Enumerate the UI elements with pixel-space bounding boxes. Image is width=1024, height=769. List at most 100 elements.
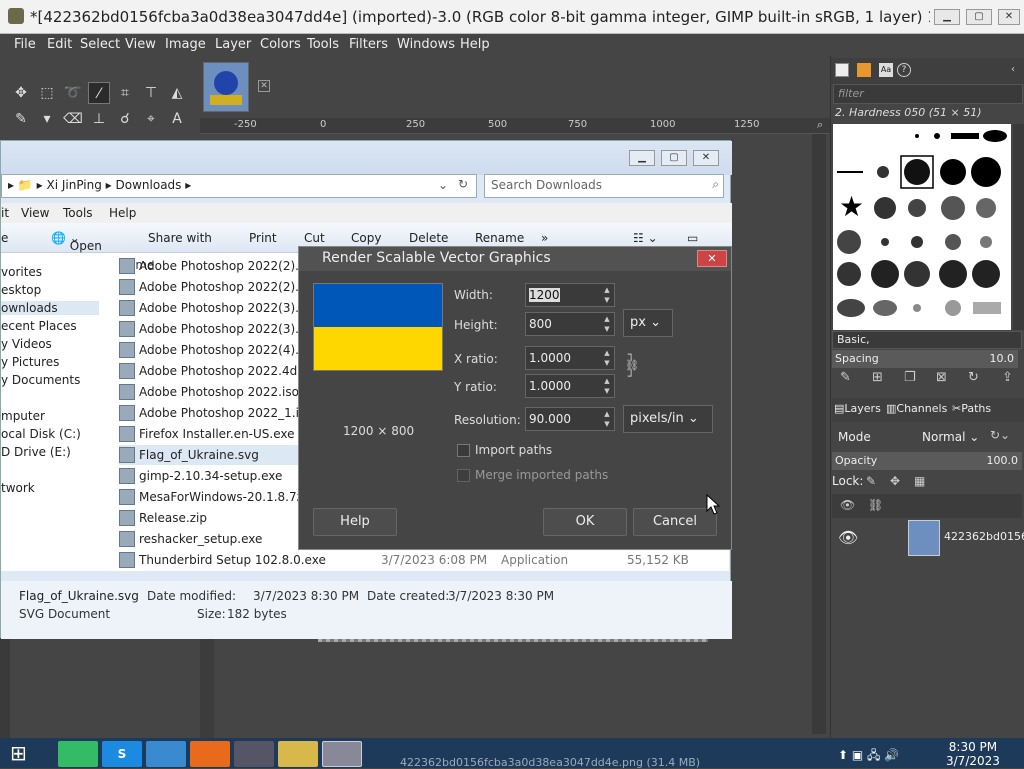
cancel-button[interactable]: Cancel: [633, 508, 717, 536]
x-ratio-spin-arrows[interactable]: ▲ ▼: [601, 348, 613, 368]
spacing-slider[interactable]: Spacing 10.0: [832, 350, 1018, 368]
y-ratio-input[interactable]: 1.0000 ▲ ▼: [525, 374, 615, 398]
lock-pixels-icon[interactable]: ✎: [866, 474, 876, 488]
patterns-tab-icon[interactable]: [857, 63, 871, 77]
nav-documents[interactable]: y Documents: [1, 373, 80, 387]
smudge-icon[interactable]: ☌: [114, 108, 136, 130]
organize-button[interactable]: e: [1, 231, 8, 245]
x-ratio-input[interactable]: 1.0000 ▲ ▼: [525, 346, 615, 370]
layer-row[interactable]: 👁 422362bd0156fc: [832, 518, 1024, 558]
breadcrumb-user[interactable]: Xi JinPing: [46, 178, 101, 192]
close-button[interactable]: ✕: [998, 9, 1020, 25]
menu-select[interactable]: Select: [80, 37, 120, 52]
unit-combo[interactable]: px ⌄: [623, 309, 673, 337]
help-tab-icon[interactable]: ?: [897, 63, 911, 77]
move-tool-icon[interactable]: ✥: [10, 82, 32, 104]
lasso-icon[interactable]: ➰: [62, 82, 84, 104]
back-arrow-icon[interactable]: ▸: [8, 178, 14, 192]
menu-colors[interactable]: Colors: [260, 37, 301, 52]
explorer-minimize-button[interactable]: ▁: [629, 150, 655, 166]
more-button[interactable]: »: [541, 231, 548, 245]
brush-filter-input[interactable]: filter: [833, 84, 1023, 104]
vertical-scrollbar[interactable]: [812, 134, 826, 734]
menu-image[interactable]: Image: [165, 37, 206, 52]
brush-grid[interactable]: ★: [833, 124, 1011, 330]
width-input[interactable]: 1200 ▲ ▼: [525, 283, 615, 307]
taskbar-app-3[interactable]: [146, 741, 186, 767]
menu-edit[interactable]: Edit: [47, 37, 72, 52]
preview-pane-icon[interactable]: ▭: [687, 231, 698, 245]
explorer-close-button[interactable]: ✕: [693, 150, 719, 166]
crop-icon[interactable]: ⌗: [114, 82, 136, 104]
menu-file[interactable]: File: [14, 37, 36, 52]
nav-local-disk[interactable]: ocal Disk (C:): [1, 427, 81, 441]
rect-select-icon[interactable]: ⬚: [36, 82, 58, 104]
tray-clock[interactable]: 8:30 PM 3/7/2023: [946, 740, 1000, 768]
explorer-menu-view[interactable]: View: [21, 206, 49, 220]
merge-paths-checkbox[interactable]: [457, 469, 470, 482]
explorer-maximize-button[interactable]: ▢: [661, 150, 687, 166]
nav-computer[interactable]: mputer: [1, 409, 45, 423]
eraser-icon[interactable]: ⌫: [62, 108, 84, 130]
nav-desktop[interactable]: esktop: [1, 283, 41, 297]
refresh-brush-icon[interactable]: ↻: [968, 370, 979, 385]
duplicate-brush-icon[interactable]: ❐: [904, 370, 916, 385]
cut-button[interactable]: Cut: [304, 231, 325, 245]
paths-tab[interactable]: ✂Paths: [952, 402, 991, 415]
close-image-icon[interactable]: ✕: [258, 80, 270, 92]
tray-icons[interactable]: ⬆ ▣ 🖧 🔊: [838, 746, 899, 767]
channels-tab[interactable]: ▥Channels: [886, 402, 947, 415]
transform-icon[interactable]: ⊤: [140, 82, 162, 104]
refresh-icon[interactable]: ↻: [458, 177, 468, 191]
delete-button[interactable]: Delete: [409, 231, 448, 245]
menu-filters[interactable]: Filters: [349, 37, 388, 52]
search-downloads-input[interactable]: Search Downloads ⌕: [484, 174, 724, 198]
menu-layer[interactable]: Layer: [215, 37, 251, 52]
dialog-close-button[interactable]: ✕: [697, 250, 727, 267]
nav-recent-places[interactable]: ecent Places: [1, 319, 77, 333]
y-ratio-spin-arrows[interactable]: ▲ ▼: [601, 376, 613, 396]
paint-icon[interactable]: ▾: [36, 108, 58, 130]
delete-brush-icon[interactable]: ⊠: [936, 370, 947, 385]
copy-button[interactable]: Copy: [351, 231, 381, 245]
mode-reset-icon[interactable]: ↻⌄: [990, 428, 1010, 442]
zoom-icon[interactable]: ⌕: [810, 118, 830, 134]
maximize-button[interactable]: ▢: [966, 9, 992, 25]
view-options-icon[interactable]: ☷ ⌄: [633, 231, 658, 245]
explorer-menu-help[interactable]: Help: [109, 206, 136, 220]
chain-link-icon[interactable]: ┐ ⛓ ┘: [625, 349, 639, 393]
dock-menu-icon[interactable]: ‹: [1011, 64, 1015, 75]
image-tab-thumbnail[interactable]: [203, 62, 249, 112]
path-icon[interactable]: ⌖: [140, 108, 162, 130]
brush-preset-combo[interactable]: Basic,: [832, 331, 1022, 349]
breadcrumb-downloads[interactable]: Downloads: [116, 178, 182, 192]
resolution-input[interactable]: 90.000 ▲ ▼: [525, 407, 615, 431]
brushes-tab-icon[interactable]: [835, 63, 849, 77]
ok-button[interactable]: OK: [543, 508, 627, 536]
nav-videos[interactable]: y Videos: [1, 337, 52, 351]
explorer-menu-tools[interactable]: Tools: [63, 206, 93, 220]
start-button-icon[interactable]: ⊞: [10, 742, 44, 766]
minimize-button[interactable]: ▁: [934, 9, 960, 25]
resolution-unit-combo[interactable]: pixels/in ⌄: [623, 405, 713, 433]
file-row[interactable]: Thunderbird Setup 102.8.0.exe 3/7/2023 6:…: [119, 550, 719, 570]
rename-button[interactable]: Rename: [475, 231, 524, 245]
menu-tools[interactable]: Tools: [307, 37, 339, 52]
text-tool-icon[interactable]: A: [166, 108, 188, 130]
nav-downloads[interactable]: ownloads: [1, 301, 99, 315]
print-button[interactable]: Print: [249, 231, 277, 245]
nav-favorites[interactable]: vorites: [1, 265, 42, 279]
menu-help[interactable]: Help: [460, 37, 490, 52]
new-brush-icon[interactable]: ⊞: [872, 370, 883, 385]
nav-pictures[interactable]: y Pictures: [1, 355, 59, 369]
opacity-slider[interactable]: Opacity 100.0: [832, 452, 1022, 470]
import-paths-checkbox[interactable]: [457, 444, 470, 457]
edit-brush-icon[interactable]: ✎: [840, 370, 851, 385]
bucket-icon[interactable]: ◭: [166, 82, 188, 104]
fonts-tab-icon[interactable]: Aa: [879, 63, 893, 77]
height-spin-arrows[interactable]: ▲ ▼: [601, 314, 613, 334]
lock-position-icon[interactable]: ✥: [890, 474, 900, 488]
address-bar[interactable]: ▸ 📁 ▸ Xi JinPing ▸ Downloads ▸ ⌄ ↻: [1, 174, 477, 198]
skype-icon[interactable]: S: [102, 741, 142, 767]
open-as-image-icon[interactable]: ⇪: [1002, 370, 1013, 385]
